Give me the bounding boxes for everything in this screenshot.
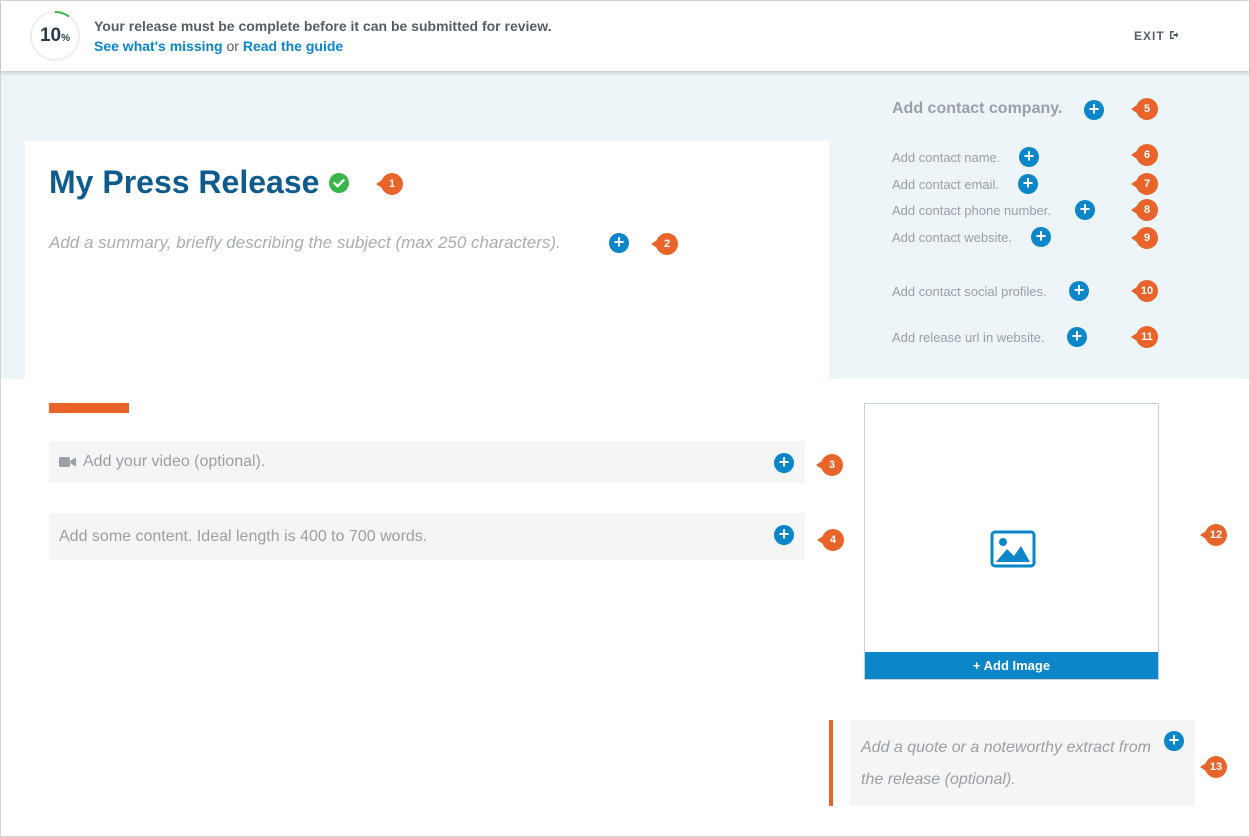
quote-field[interactable]: Add a quote or a noteworthy extract from… <box>850 720 1195 806</box>
marker-2: 2 <box>651 233 678 255</box>
progress-value: 10 <box>39 25 62 46</box>
add-image-button[interactable]: + Add Image <box>865 652 1158 679</box>
completion-progress-ring: 10 % <box>28 9 82 63</box>
marker-13: 13 <box>1200 756 1227 778</box>
image-upload-panel[interactable]: + Add Image <box>864 403 1159 680</box>
marker-6: 6 <box>1131 144 1158 166</box>
sign-out-icon <box>1169 29 1179 43</box>
marker-5: 5 <box>1131 98 1158 120</box>
add-release-url-plus-icon[interactable] <box>1067 327 1087 347</box>
contact-email-placeholder[interactable]: Add contact email. <box>892 177 999 192</box>
image-icon <box>990 530 1036 573</box>
exit-label: EXIT <box>1134 29 1165 43</box>
release-title[interactable]: My Press Release <box>49 164 350 201</box>
content-placeholder: Add some content. Ideal length is 400 to… <box>59 527 428 545</box>
content-field[interactable]: Add some content. Ideal length is 400 to… <box>49 513 805 560</box>
marker-10: 10 <box>1131 280 1158 302</box>
contact-name-placeholder[interactable]: Add contact name. <box>892 150 1000 165</box>
marker-12: 12 <box>1200 524 1227 546</box>
top-progress-bar: 10 % Your release must be complete befor… <box>1 1 1249 71</box>
marker-1: 1 <box>376 173 403 195</box>
add-contact-email-plus-icon[interactable] <box>1018 174 1038 194</box>
release-title-text: My Press Release <box>49 164 320 200</box>
read-the-guide-link[interactable]: Read the guide <box>243 38 343 54</box>
video-field[interactable]: Add your video (optional). <box>49 441 805 483</box>
section-accent-bar <box>49 403 129 413</box>
progress-unit: % <box>61 32 71 44</box>
check-circle-icon <box>329 172 350 193</box>
marker-7: 7 <box>1131 173 1158 195</box>
see-whats-missing-link[interactable]: See what's missing <box>94 38 223 54</box>
marker-8: 8 <box>1131 199 1158 221</box>
marker-3: 3 <box>816 454 843 476</box>
add-contact-name-plus-icon[interactable] <box>1019 147 1039 167</box>
add-contact-website-plus-icon[interactable] <box>1031 227 1051 247</box>
link-separator: or <box>222 38 243 54</box>
contact-company-placeholder[interactable]: Add contact company. <box>892 100 1062 118</box>
add-video-plus-icon[interactable] <box>774 453 794 473</box>
contact-website-placeholder[interactable]: Add contact website. <box>892 230 1012 245</box>
contact-phone-placeholder[interactable]: Add contact phone number. <box>892 203 1051 218</box>
add-summary-plus-icon[interactable] <box>609 233 629 253</box>
video-camera-icon <box>59 456 76 468</box>
quote-placeholder: Add a quote or a noteworthy extract from… <box>861 739 1151 788</box>
marker-9: 9 <box>1131 227 1158 249</box>
add-contact-phone-plus-icon[interactable] <box>1075 200 1095 220</box>
add-quote-plus-icon[interactable] <box>1164 731 1184 751</box>
add-contact-company-plus-icon[interactable] <box>1084 100 1104 120</box>
video-placeholder: Add your video (optional). <box>83 453 266 470</box>
summary-placeholder[interactable]: Add a summary, briefly describing the su… <box>49 233 561 253</box>
add-contact-social-profiles-plus-icon[interactable] <box>1069 281 1089 301</box>
contact-social-profiles-placeholder[interactable]: Add contact social profiles. <box>892 284 1047 299</box>
help-links: See what's missing or Read the guide <box>94 38 343 54</box>
completion-message: Your release must be complete before it … <box>94 18 552 34</box>
quote-accent-bar <box>829 720 833 806</box>
add-content-plus-icon[interactable] <box>774 525 794 545</box>
release-url-placeholder[interactable]: Add release url in website. <box>892 330 1044 345</box>
exit-button[interactable]: EXIT <box>1134 29 1179 43</box>
marker-4: 4 <box>817 529 844 551</box>
marker-11: 11 <box>1131 326 1158 348</box>
